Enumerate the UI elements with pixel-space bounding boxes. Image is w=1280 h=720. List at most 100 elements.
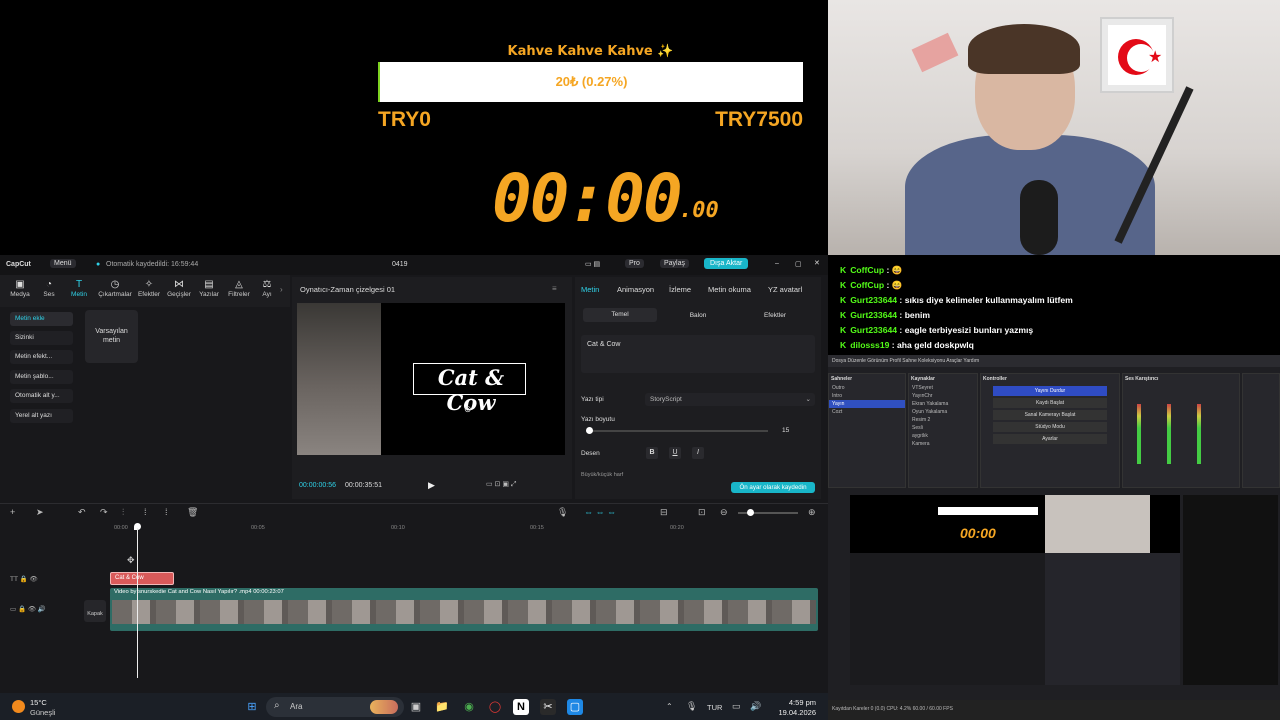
text-content-input[interactable]: Cat & Cow [581,335,815,373]
size-slider[interactable] [586,430,768,432]
chevron-right-icon[interactable]: › [280,285,283,294]
obs-stop-stream-button[interactable]: Yayını Durdur [993,386,1107,396]
tool-transitions[interactable]: ⋈ Geçişler [164,279,194,298]
menu-button[interactable]: Menü [50,259,76,268]
bold-button[interactable]: B [646,447,658,459]
clock-date[interactable]: 19.04.2026 [768,708,816,717]
share-button[interactable]: Paylaş [660,259,690,268]
notion-icon[interactable]: N [513,699,529,715]
side-text-effects[interactable]: Metin efekt... [10,350,73,364]
opera-icon[interactable]: ◯ [487,699,503,715]
default-text-preset[interactable]: Varsayılan metin [85,310,138,363]
tab-text[interactable]: Metin [581,285,599,294]
obs-virtualcam-button[interactable]: Sanal Kamerayı Başlat [993,410,1107,420]
size-value[interactable]: 15 [782,427,789,434]
tool-audio[interactable]: ◔ Ses [34,279,64,298]
split-right-icon[interactable]: ⁞ [165,507,168,517]
italic-button[interactable]: I [692,447,704,459]
obs-menubar[interactable]: Dosya Düzenle Görünüm Profil Sahne Kolek… [828,355,1280,367]
play-icon[interactable]: ▶ [428,480,435,491]
tool-filters[interactable]: ◬ Filtreler [224,279,254,298]
network-icon[interactable]: ▭ [732,701,741,712]
obs-source-item[interactable]: VTSeyret [909,384,977,392]
zoom-in-icon[interactable]: ⊕ [808,507,816,518]
subtab-bubble[interactable]: Balon [665,312,731,319]
obs-source-item[interactable]: Resim 2 [909,416,977,424]
side-local-captions[interactable]: Yerel alt yazı [10,409,73,423]
text-clip[interactable]: Cat & Cow [110,572,174,585]
delete-icon[interactable]: 🗑 [187,507,198,518]
obs-scene-item[interactable]: Yayın [829,400,905,408]
rotate-handle-icon[interactable]: ⊚ [464,404,472,415]
save-preset-button[interactable]: Ön ayar olarak kaydedin [731,482,815,493]
preview-axis-icon[interactable]: ⊟ [660,507,668,518]
layout-icon[interactable]: ▭ ▤ [585,260,600,268]
close-icon[interactable]: ✕ [814,259,820,267]
app-icon[interactable]: ▢ [567,699,583,715]
obs-scene-item[interactable]: Intro [829,392,905,400]
language-indicator[interactable]: TUR [707,703,722,712]
subtab-basic[interactable]: Temel [583,308,657,322]
volume-icon[interactable]: 🔊 [750,701,761,712]
cover-button[interactable]: Kapak [84,600,106,622]
tray-mic-icon[interactable]: 🎙 [686,701,697,712]
weather-sun-icon[interactable] [12,700,25,713]
export-button[interactable]: Dışa Aktar [704,258,749,269]
size-slider-knob[interactable] [586,427,593,434]
obs-record-button[interactable]: Kaydı Başlat [993,398,1107,408]
tool-stickers[interactable]: ◷ Çıkartmalar [98,279,132,298]
file-explorer-icon[interactable]: 📁 [434,699,450,715]
tool-captions[interactable]: ▤ Yazılar [194,279,224,298]
subtab-effects[interactable]: Efektler [742,312,808,319]
side-text-templates[interactable]: Metin şablo... [10,370,73,384]
chrome-icon[interactable]: ◉ [461,699,477,715]
redo-icon[interactable]: ↷ [100,507,108,518]
menu-lines-icon[interactable]: ≡ [552,284,557,293]
tab-tts[interactable]: Metin okuma [708,285,751,294]
tab-tracking[interactable]: İzleme [669,285,691,294]
select-tool-icon[interactable]: ➤ [36,507,44,518]
obs-source-item[interactable]: Kamera [909,440,977,448]
side-auto-captions[interactable]: Otomatik alt y... [10,389,73,403]
weather-desc[interactable]: Güneşli [30,708,55,717]
obs-scene-item[interactable]: Outro [829,384,905,392]
split-icon[interactable]: ⫶ [122,507,124,518]
obs-source-item[interactable]: YayınChr [909,392,977,400]
add-icon[interactable]: + [10,507,15,517]
maximize-icon[interactable]: ▢ [795,260,802,268]
fit-icon[interactable]: ⊡ [698,507,706,518]
tool-text[interactable]: T Metin [64,279,94,298]
capcut-icon[interactable]: ✂ [540,699,556,715]
underline-button[interactable]: U [669,447,681,459]
task-view-icon[interactable]: ▣ [408,699,424,715]
tray-chevron-icon[interactable]: ⌃ [666,702,673,711]
obs-source-item[interactable]: Ekran Yakalama [909,400,977,408]
tool-effects[interactable]: ✧ Efektler [134,279,164,298]
tab-ai-avatar[interactable]: YZ avatarl [768,285,802,294]
minimize-icon[interactable]: – [775,260,779,267]
obs-settings-button[interactable]: Ayarlar [993,434,1107,444]
playhead-line[interactable] [137,528,138,678]
player-tools-icon[interactable]: ▭ ⊡ ▣ ⤢ [486,480,517,489]
tool-media[interactable]: ▣ Medya [5,279,35,298]
tool-adjust[interactable]: ⚖ Ayı [254,279,280,298]
undo-icon[interactable]: ↶ [78,507,86,518]
font-select[interactable]: StoryScript ⌄ [645,393,815,406]
snap-icon[interactable]: ⇔ ⇔ ⇔ [584,507,616,517]
zoom-out-icon[interactable]: ⊖ [720,507,728,518]
obs-studio-mode-button[interactable]: Stüdyo Modu [993,422,1107,432]
side-yours[interactable]: Sizinki [10,331,73,345]
side-add-text[interactable]: Metin ekle [10,312,73,326]
split-left-icon[interactable]: ⁞ [144,507,147,517]
pro-button[interactable]: Pro [625,259,644,268]
obs-source-item[interactable]: Sesli [909,424,977,432]
weather-temp[interactable]: 15°C [30,698,47,707]
obs-source-item[interactable]: aygıtlık [909,432,977,440]
obs-source-item[interactable]: Oyun Yakalama [909,408,977,416]
tab-animation[interactable]: Animasyon [617,285,654,294]
zoom-slider-knob[interactable] [747,509,754,516]
mic-icon[interactable]: 🎙 [557,507,568,518]
windows-start-icon[interactable]: ⊞ [244,699,260,715]
obs-scene-item[interactable]: Cozt [829,408,905,416]
clock-time[interactable]: 4:59 pm [768,698,816,707]
